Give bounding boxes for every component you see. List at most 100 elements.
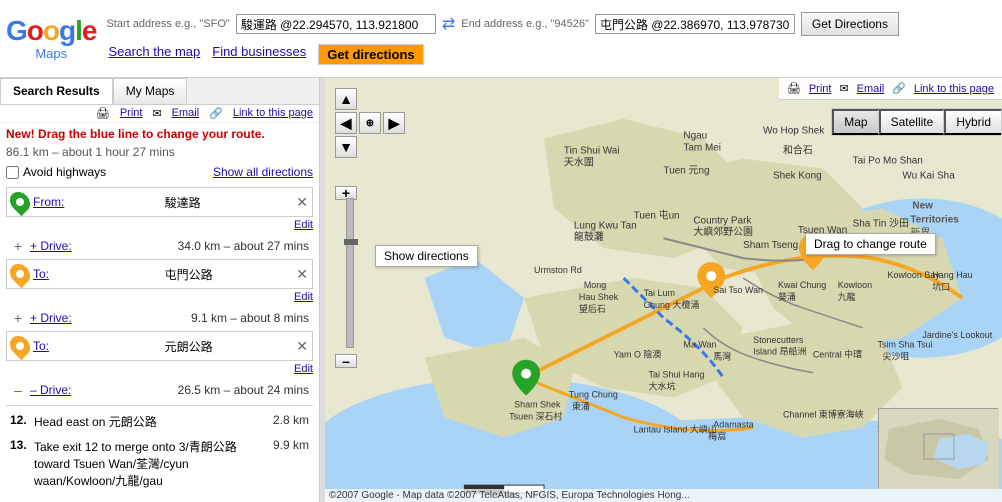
from-address: 駿達路 — [165, 194, 293, 211]
print-link[interactable]: Print — [120, 107, 143, 120]
map-print-link[interactable]: Print — [809, 83, 832, 95]
address-bar: Start address e.g., "SFO" ⇄ End address … — [106, 12, 996, 65]
map-email-link[interactable]: Email — [857, 83, 885, 95]
nav-left-button[interactable]: ◀ — [335, 112, 357, 134]
to-address-1: 屯門公路 — [165, 266, 293, 283]
svg-text:Tin Shui Wai: Tin Shui Wai — [564, 146, 620, 157]
notice-text: New! Drag the blue line to change your r… — [6, 127, 313, 141]
end-input[interactable] — [595, 14, 795, 34]
svg-text:Tuen 屯un: Tuen 屯un — [634, 208, 680, 221]
svg-text:馬灣: 馬灣 — [713, 351, 731, 362]
step-dist-12: 2.8 km — [273, 413, 309, 427]
svg-text:Adamasta: Adamasta — [713, 419, 753, 429]
avoid-highways-label[interactable]: Avoid highways — [6, 165, 106, 179]
drive-label-2[interactable]: + Drive: — [30, 311, 72, 325]
nav-down-button[interactable]: ▼ — [335, 136, 357, 158]
to-edit-link-1[interactable]: Edit — [6, 291, 313, 303]
from-label[interactable]: From: — [33, 195, 161, 209]
svg-text:Jardine's Lookout: Jardine's Lookout — [922, 330, 992, 340]
svg-text:Tai Shui Hang: Tai Shui Hang — [649, 370, 705, 380]
start-input[interactable] — [236, 14, 436, 34]
get-directions-header-button[interactable]: Get Directions — [801, 12, 899, 36]
nav-right-button[interactable]: ▶ — [383, 112, 405, 134]
zoom-handle[interactable] — [344, 239, 358, 245]
to-label-2[interactable]: To: — [33, 339, 161, 353]
to-close-icon-1[interactable]: ✕ — [296, 266, 308, 283]
map-link-link[interactable]: Link to this page — [914, 83, 994, 95]
drive-label-3[interactable]: – Drive: — [30, 383, 71, 397]
show-all-directions-link[interactable]: Show all directions — [213, 165, 313, 179]
panel-content: New! Drag the blue line to change your r… — [0, 123, 319, 502]
step-text-12: Head east on 元朗公路 — [34, 413, 269, 430]
svg-text:Wo Hop Shek: Wo Hop Shek — [763, 126, 824, 137]
nav-controls: ▲ ◀ ⊕ ▶ ▼ — [335, 88, 405, 158]
to-waypoint-row-1: To: 屯門公路 ✕ — [6, 259, 313, 289]
from-close-icon[interactable]: ✕ — [296, 194, 308, 211]
drive-row-2: + + Drive: 9.1 km – about 8 mins — [6, 307, 313, 329]
from-edit-link[interactable]: Edit — [6, 219, 313, 231]
svg-text:Tung Chung: Tung Chung — [569, 390, 618, 400]
svg-text:Stonecutters: Stonecutters — [753, 335, 804, 345]
panel-actions: 🖨 Print ✉ Email 🔗 Link to this page — [0, 105, 319, 123]
nav-center-button[interactable]: ⊕ — [359, 112, 381, 134]
svg-text:Wu Kai Sha: Wu Kai Sha — [902, 170, 955, 181]
logo-g2: g — [59, 15, 75, 46]
get-directions-tab[interactable]: Get directions — [318, 44, 423, 65]
map-area[interactable]: 🖨 Print ✉ Email 🔗 Link to this page Map … — [325, 78, 1002, 502]
svg-text:Ma Wan: Ma Wan — [683, 340, 716, 350]
svg-text:尖沙咀: 尖沙咀 — [883, 351, 910, 362]
to-edit-link-2[interactable]: Edit — [6, 363, 313, 375]
to-waypoint-row-2: To: 元朗公路 ✕ — [6, 331, 313, 361]
print-map-icon: 🖨 — [787, 82, 801, 95]
to-close-icon-2[interactable]: ✕ — [296, 338, 308, 355]
to-address-2: 元朗公路 — [165, 338, 293, 355]
svg-text:Mong: Mong — [584, 280, 606, 290]
to-label-1[interactable]: To: — [33, 267, 161, 281]
zoom-out-button[interactable]: – — [335, 354, 357, 368]
svg-text:九龍: 九龍 — [838, 291, 856, 302]
svg-text:和合石: 和合石 — [783, 144, 813, 157]
search-results-tab[interactable]: Search Results — [0, 78, 113, 104]
minimap[interactable] — [878, 408, 998, 488]
map-type-buttons: Map Satellite Hybrid — [831, 108, 1002, 136]
map-type-map-btn[interactable]: Map — [832, 109, 878, 135]
step-text-13: Take exit 12 to merge onto 3/青朗公路 toward… — [34, 438, 269, 489]
zoom-slider[interactable] — [346, 198, 354, 348]
new-label: New! — [6, 127, 35, 141]
svg-text:Urmston Rd: Urmston Rd — [534, 265, 582, 275]
drive-dist-2: 9.1 km – about 8 mins — [191, 311, 309, 325]
svg-text:大水坑: 大水坑 — [649, 381, 676, 392]
svg-text:東涌: 東涌 — [572, 400, 590, 411]
find-businesses-tab[interactable]: Find businesses — [212, 44, 306, 65]
drive-row-3: – – Drive: 26.5 km – about 24 mins — [6, 379, 313, 401]
search-map-tab[interactable]: Search the map — [108, 44, 200, 65]
map-type-hybrid-btn[interactable]: Hybrid — [944, 109, 1001, 135]
step-row-12: 12. Head east on 元朗公路 2.8 km — [6, 410, 313, 433]
svg-text:Shek Kong: Shek Kong — [773, 170, 822, 181]
step-num-12: 12. — [10, 413, 30, 427]
email-map-icon: ✉ — [839, 82, 848, 95]
swap-button[interactable]: ⇄ — [442, 14, 455, 34]
svg-text:New: New — [912, 200, 933, 211]
avoid-highways-checkbox[interactable] — [6, 166, 19, 179]
svg-text:梅窩: 梅窩 — [708, 430, 726, 441]
svg-text:坑口: 坑口 — [932, 281, 950, 292]
drive-label-1[interactable]: + Drive: — [30, 239, 72, 253]
map-type-satellite-btn[interactable]: Satellite — [879, 109, 945, 135]
link-icon: 🔗 — [209, 107, 223, 120]
svg-text:望后石: 望后石 — [579, 303, 606, 314]
show-directions-tooltip[interactable]: Show directions — [375, 245, 478, 267]
separator — [6, 405, 313, 406]
from-waypoint-row: From: 駿達路 ✕ — [6, 187, 313, 217]
svg-text:Lantau Island 大嶼山: Lantau Island 大嶼山 — [634, 423, 717, 434]
end-label: End address e.g., "94526" — [461, 18, 589, 30]
link-to-page-link[interactable]: Link to this page — [233, 107, 313, 120]
email-link[interactable]: Email — [172, 107, 200, 120]
drive-plus-icon-2: + — [10, 310, 26, 326]
nav-up-button[interactable]: ▲ — [335, 88, 357, 110]
to-waypoint-icon-1 — [6, 260, 34, 288]
svg-text:Sham Tseng: Sham Tseng — [743, 240, 798, 251]
my-maps-tab[interactable]: My Maps — [113, 78, 188, 104]
svg-text:Sai Tso Wan: Sai Tso Wan — [713, 285, 763, 295]
left-panel: Search Results My Maps 🖨 Print ✉ Email 🔗… — [0, 78, 320, 502]
